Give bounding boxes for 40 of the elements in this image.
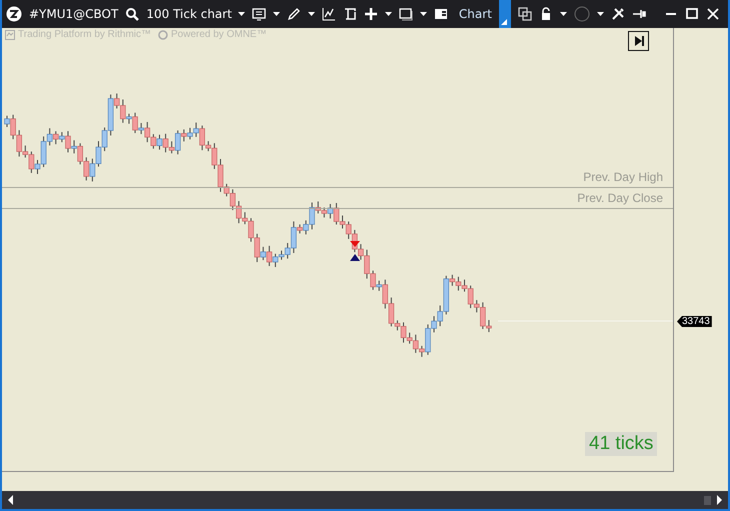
sell-marker-icon xyxy=(350,241,360,247)
caret-icon[interactable] xyxy=(384,12,392,16)
line-chart-icon[interactable] xyxy=(322,7,336,21)
caret-icon[interactable] xyxy=(596,12,604,16)
level-label: Prev. Day Close xyxy=(577,191,663,205)
layers-icon[interactable] xyxy=(518,7,532,21)
caret-icon[interactable] xyxy=(272,12,280,16)
monitor-icon[interactable] xyxy=(252,7,266,21)
buy-marker-icon xyxy=(350,254,360,261)
brand-icon xyxy=(5,30,15,40)
caret-icon[interactable] xyxy=(420,12,427,16)
price-tag: 33743 xyxy=(677,316,712,327)
level-label: Prev. Day High xyxy=(583,170,663,184)
scroll-thumb[interactable] xyxy=(704,496,711,504)
logo-icon[interactable] xyxy=(6,6,22,22)
caret-icon[interactable] xyxy=(238,12,245,16)
window-icon[interactable] xyxy=(398,7,413,21)
skip-to-end-icon xyxy=(632,35,644,47)
caret-icon[interactable] xyxy=(308,12,315,16)
search-icon[interactable] xyxy=(125,7,140,21)
tools-icon[interactable] xyxy=(610,7,625,21)
panel-icon[interactable] xyxy=(434,7,448,21)
plus-icon[interactable] xyxy=(364,7,378,21)
go-to-end-button[interactable] xyxy=(628,31,649,51)
close-icon[interactable] xyxy=(706,7,720,21)
link-toggle[interactable] xyxy=(498,0,511,28)
caret-icon[interactable] xyxy=(560,12,567,16)
bracket-icon[interactable] xyxy=(342,7,357,21)
ring-icon xyxy=(158,30,168,40)
scroll-left-icon[interactable] xyxy=(8,495,13,505)
chart-type-dropdown[interactable]: 100 Tick chart xyxy=(146,7,245,21)
pencil-icon[interactable] xyxy=(286,7,301,21)
symbol-label[interactable]: #YMU1@CBOT xyxy=(29,7,118,21)
maximize-icon[interactable] xyxy=(685,7,699,21)
circle-icon[interactable] xyxy=(574,6,590,22)
corner-icon xyxy=(500,19,507,25)
tick-counter: 41 ticks xyxy=(585,432,658,456)
pin-icon[interactable] xyxy=(632,7,646,21)
scroll-right-icon[interactable] xyxy=(717,495,722,505)
chart-label: Chart xyxy=(458,7,492,21)
